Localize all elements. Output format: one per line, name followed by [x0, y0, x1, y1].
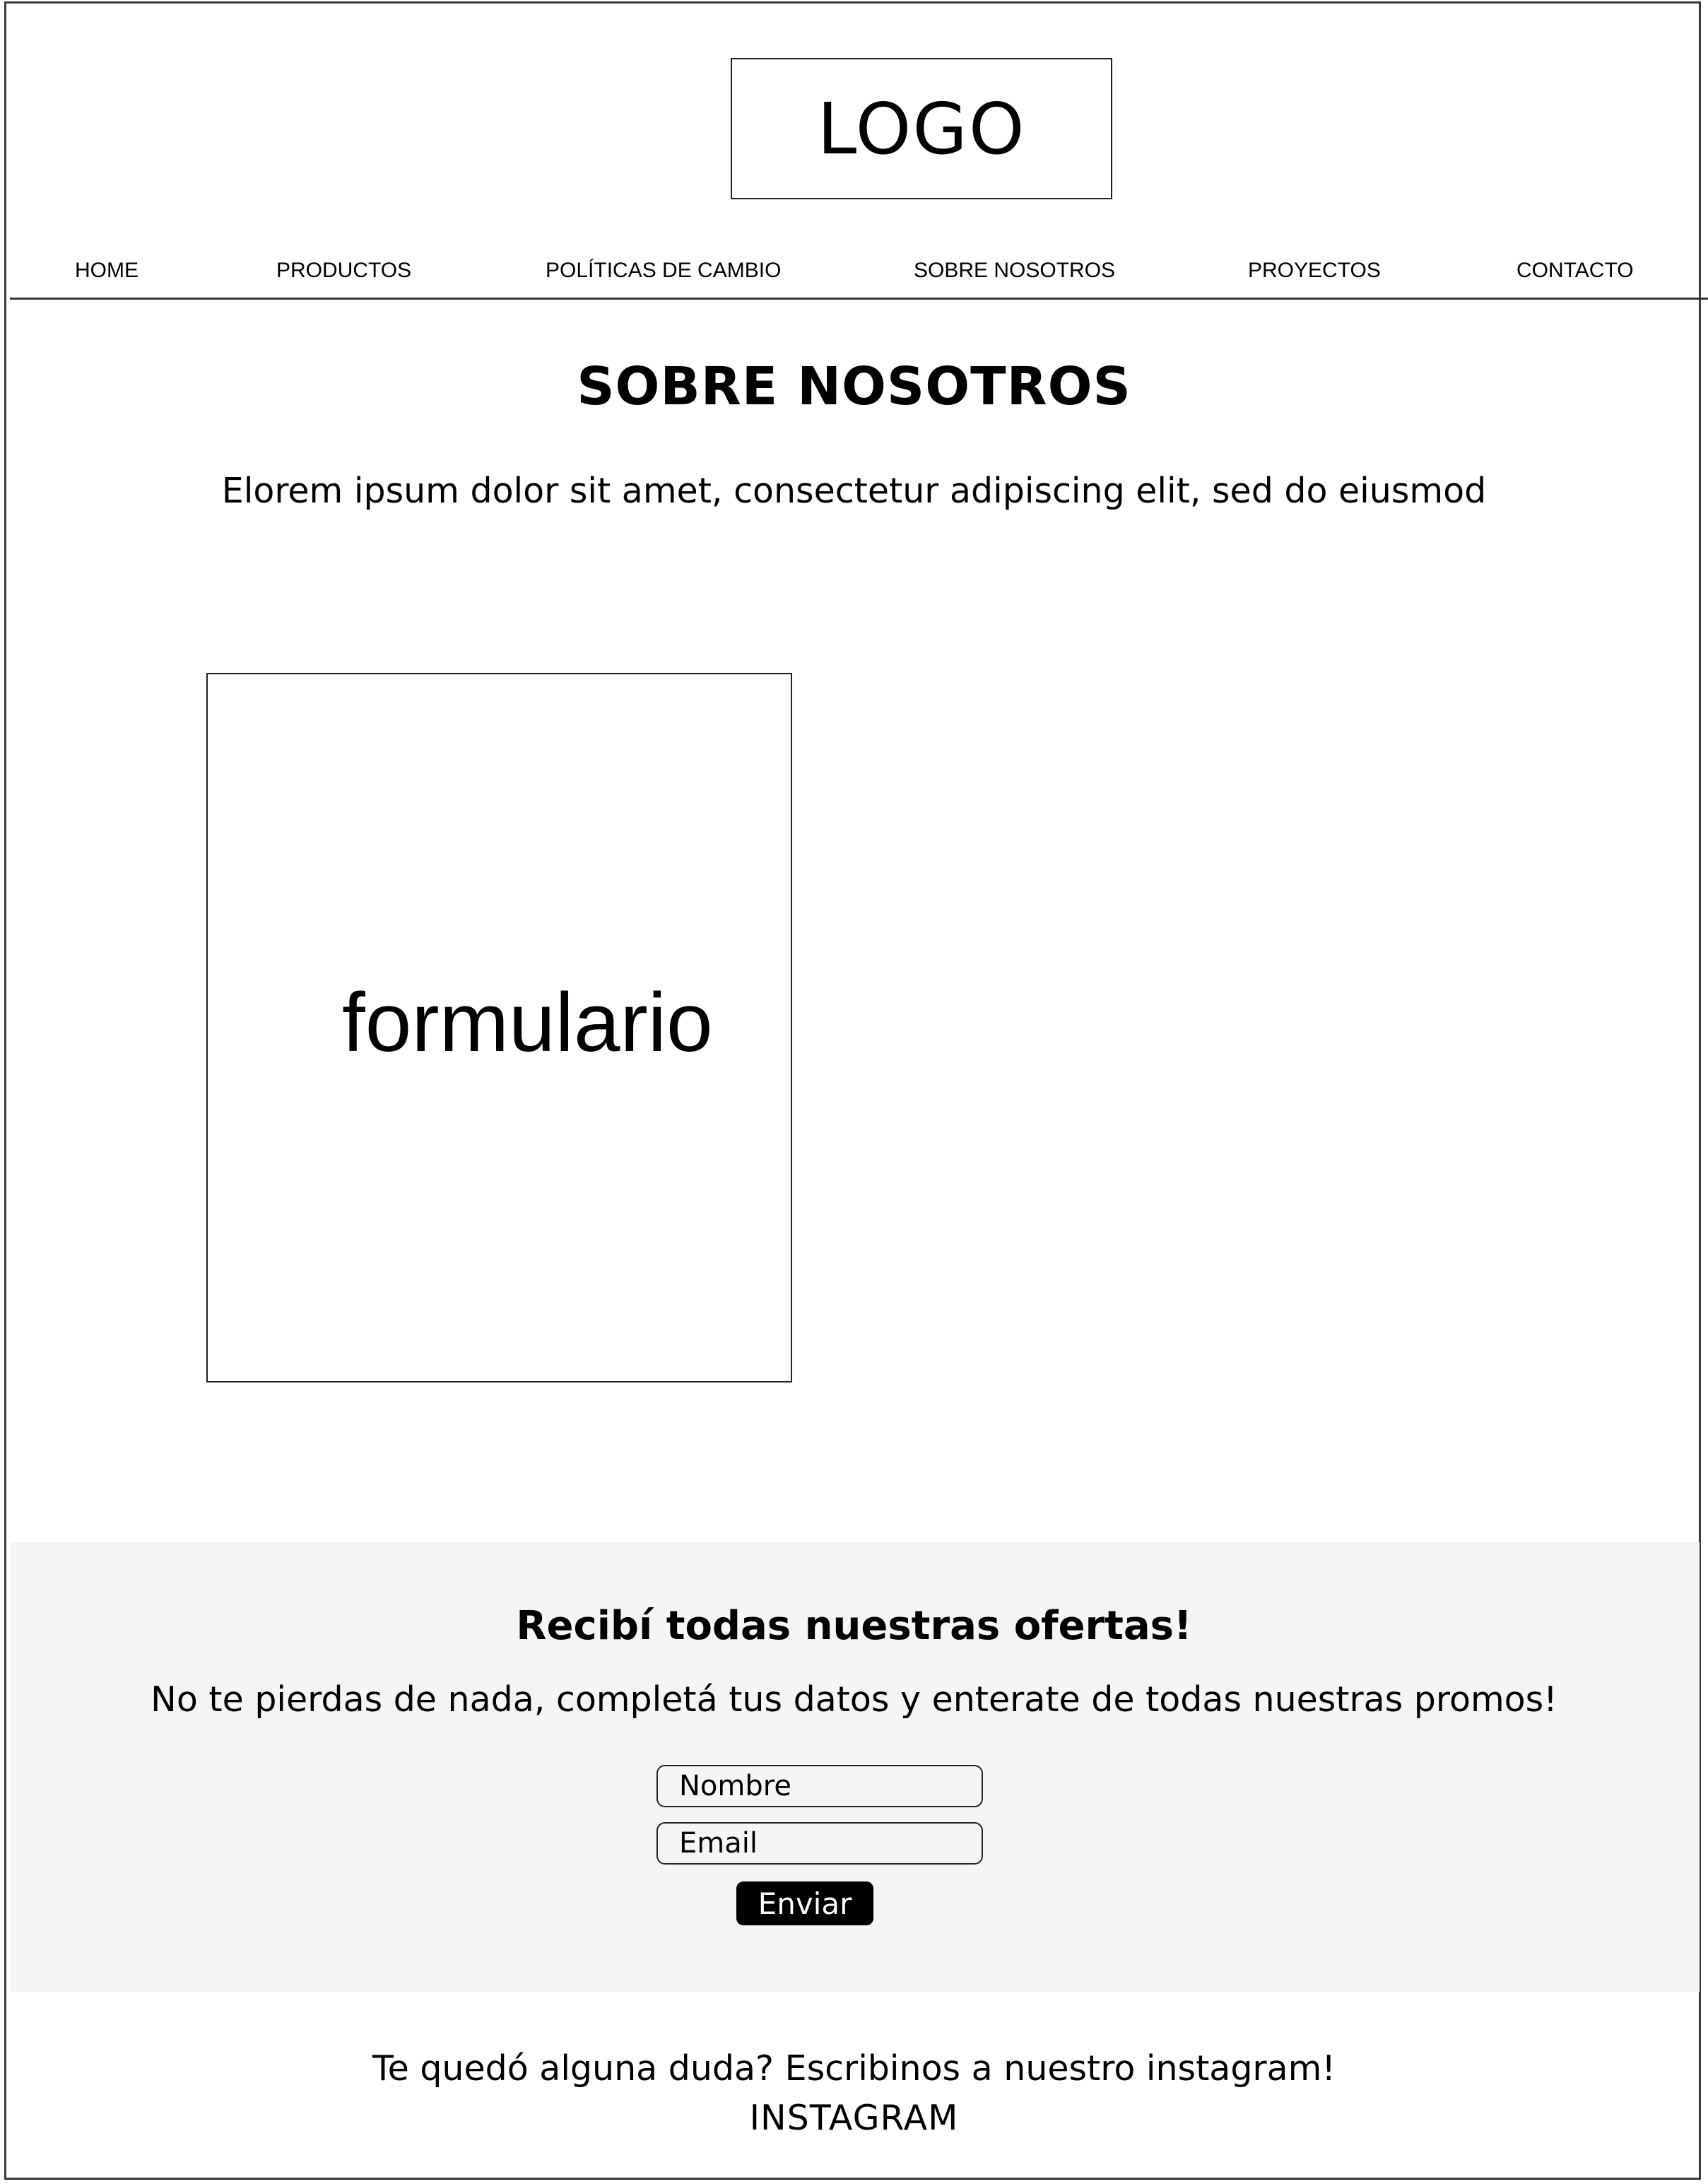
footer-text: Te quedó alguna duda? Escribinos a nuest…	[372, 2048, 1336, 2089]
nav-item-contacto[interactable]: CONTACTO	[1516, 259, 1634, 283]
newsletter-title: Recibí todas nuestras ofertas!	[516, 1603, 1192, 1649]
page-subtitle: Elorem ipsum dolor sit amet, consectetur…	[221, 471, 1487, 511]
page-title: SOBRE NOSOTROS	[577, 356, 1131, 417]
instagram-link[interactable]: INSTAGRAM	[750, 2098, 959, 2138]
logo[interactable]: LOGO	[731, 58, 1112, 199]
form-placeholder-label: formulario	[342, 976, 713, 1069]
footer-link-row: INSTAGRAM	[0, 2098, 1708, 2138]
nav-divider	[10, 298, 1708, 300]
submit-button[interactable]: Enviar	[736, 1881, 873, 1925]
form-placeholder: formulario	[206, 673, 792, 1382]
main-nav: HOME PRODUCTOS POLÍTICAS DE CAMBIO SOBRE…	[0, 259, 1708, 287]
nav-item-sobre-nosotros[interactable]: SOBRE NOSOTROS	[914, 259, 1115, 283]
email-field[interactable]	[656, 1822, 983, 1865]
nav-item-proyectos[interactable]: PROYECTOS	[1248, 259, 1381, 283]
nav-item-politicas-de-cambio[interactable]: POLÍTICAS DE CAMBIO	[546, 259, 781, 283]
nav-item-home[interactable]: HOME	[75, 259, 139, 283]
name-field[interactable]	[656, 1765, 983, 1807]
newsletter-text: No te pierdas de nada, completá tus dato…	[151, 1679, 1557, 1720]
nav-item-productos[interactable]: PRODUCTOS	[276, 259, 411, 283]
